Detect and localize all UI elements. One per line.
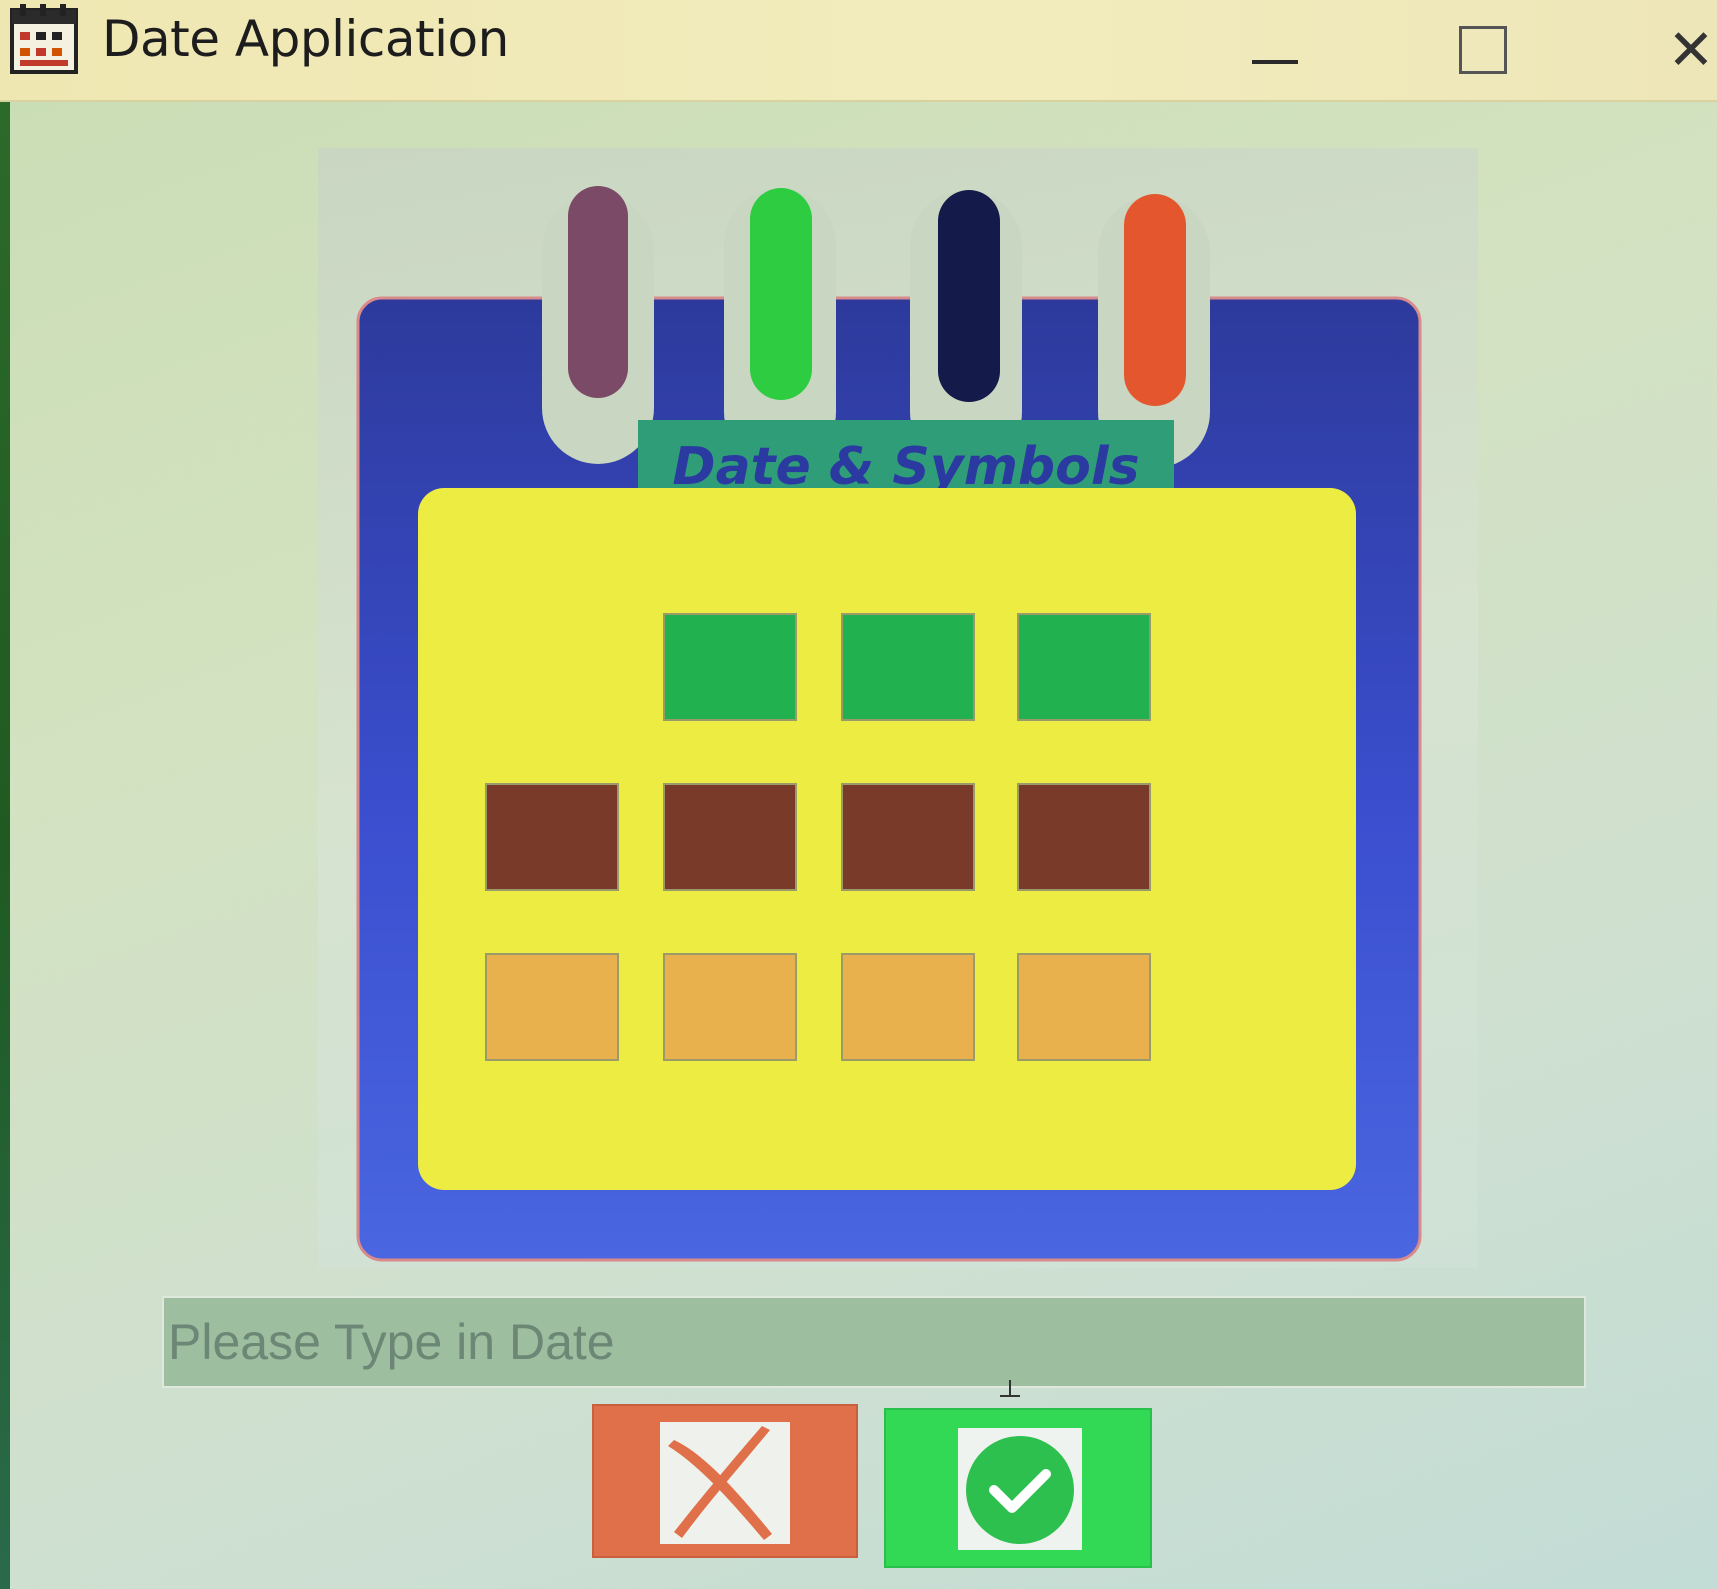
text-cursor-icon: [1000, 1380, 1020, 1397]
close-button[interactable]: ✕: [1656, 17, 1717, 83]
confirm-icon-frame: [958, 1428, 1082, 1550]
title-bar[interactable]: Date Application ✕: [0, 0, 1717, 102]
calendar-ring: [938, 190, 1000, 402]
calendar-illustration: Date & Symbols: [356, 186, 1422, 1262]
calendar-day-square: [1017, 953, 1151, 1061]
checkmark-circle-icon: [966, 1436, 1074, 1544]
cancel-icon-frame: [660, 1422, 790, 1544]
calendar-day-square: [1017, 783, 1151, 891]
calendar-banner: Date & Symbols: [318, 148, 1478, 1268]
calendar-ring: [1124, 194, 1186, 406]
screen-edge: [0, 100, 10, 1589]
calendar-day-square: [663, 783, 797, 891]
maximize-icon: [1459, 26, 1507, 74]
calendar-day-square: [841, 783, 975, 891]
maximize-button[interactable]: [1448, 20, 1518, 80]
calendar-day-square: [485, 783, 619, 891]
calendar-day-square: [1017, 613, 1151, 721]
calendar-day-square: [485, 953, 619, 1061]
calendar-day-square: [841, 613, 975, 721]
calendar-app-icon: [10, 4, 78, 74]
confirm-button[interactable]: [884, 1408, 1152, 1568]
calendar-ring: [750, 188, 812, 400]
calendar-day-square: [663, 953, 797, 1061]
x-mark-icon: [668, 1426, 772, 1540]
calendar-day-square: [841, 953, 975, 1061]
calendar-ring: [568, 186, 628, 398]
minimize-button[interactable]: [1240, 20, 1310, 80]
date-input[interactable]: [162, 1296, 1586, 1388]
calendar-day-square: [663, 613, 797, 721]
cancel-button[interactable]: [592, 1404, 858, 1558]
minimize-icon: [1252, 60, 1298, 64]
window-title: Date Application: [102, 10, 509, 68]
close-icon: ✕: [1667, 17, 1715, 83]
